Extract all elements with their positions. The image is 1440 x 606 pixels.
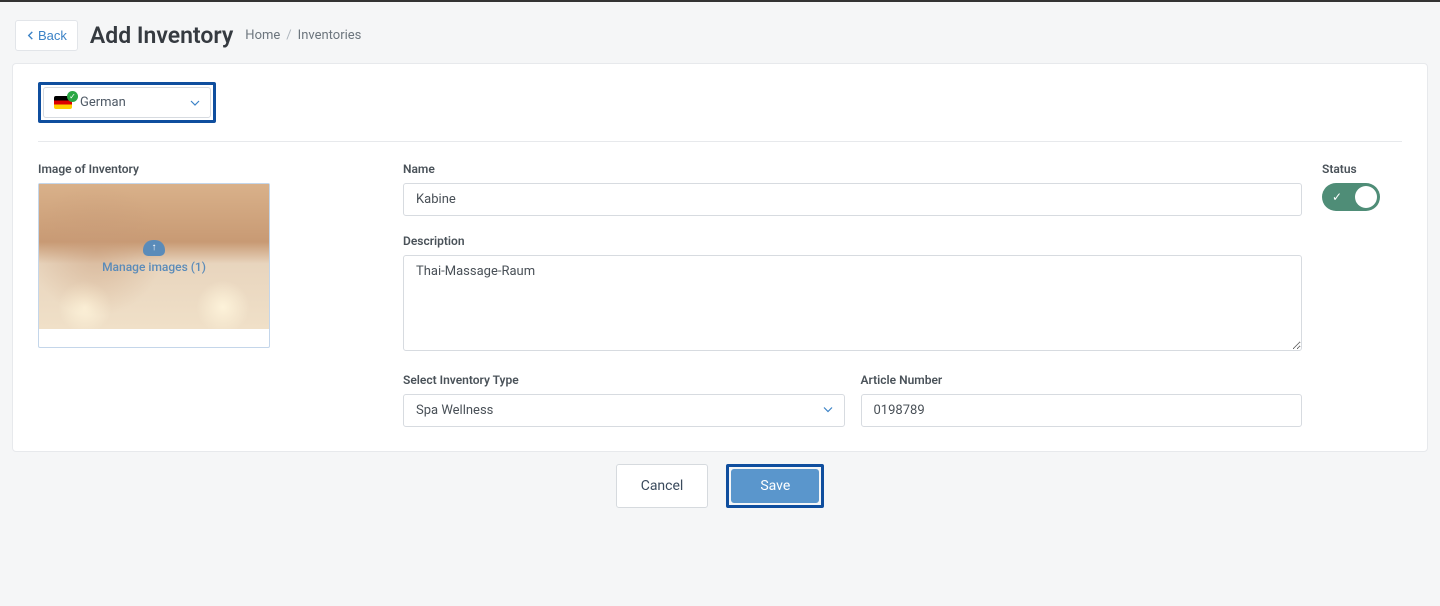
flag-germany-icon — [54, 96, 72, 109]
status-toggle[interactable]: ✓ — [1322, 183, 1380, 211]
language-highlight: German — [38, 82, 216, 123]
breadcrumb-home[interactable]: Home — [245, 28, 280, 43]
page-header: Back Add Inventory Home / Inventories — [12, 10, 1428, 63]
manage-images-link[interactable]: Manage images (1) — [102, 260, 206, 274]
status-label: Status — [1322, 162, 1402, 176]
image-label: Image of Inventory — [38, 162, 383, 176]
breadcrumb: Home / Inventories — [245, 28, 361, 43]
back-button[interactable]: Back — [15, 20, 78, 51]
action-bar: Cancel Save — [12, 452, 1428, 548]
article-input[interactable] — [861, 394, 1303, 427]
chevron-down-icon — [190, 98, 200, 108]
type-select[interactable] — [403, 394, 845, 427]
breadcrumb-current: Inventories — [298, 28, 362, 43]
page-title: Add Inventory — [90, 22, 233, 49]
back-label: Back — [38, 28, 67, 43]
check-icon: ✓ — [1332, 190, 1342, 204]
type-label: Select Inventory Type — [403, 373, 845, 387]
status-column: Status ✓ — [1322, 162, 1402, 211]
toggle-knob — [1355, 186, 1377, 208]
chevron-left-icon — [26, 31, 35, 40]
language-select[interactable]: German — [43, 87, 211, 118]
save-button[interactable]: Save — [731, 469, 819, 503]
description-input[interactable]: Thai-Massage-Raum — [403, 255, 1302, 351]
image-column: Image of Inventory Manage images (1) — [38, 162, 383, 348]
description-label: Description — [403, 234, 1302, 248]
language-row: German — [38, 82, 1402, 142]
cloud-upload-icon — [143, 240, 165, 256]
save-highlight: Save — [726, 464, 824, 508]
image-preview: Manage images (1) — [39, 184, 269, 329]
language-label: German — [80, 95, 182, 110]
breadcrumb-separator: / — [286, 28, 291, 43]
image-upload-box[interactable]: Manage images (1) — [38, 183, 270, 348]
form-panel: German Image of Inventory Manage images … — [12, 63, 1428, 452]
fields-column: Name Description Thai-Massage-Raum Selec… — [403, 162, 1302, 427]
name-input[interactable] — [403, 183, 1302, 216]
name-label: Name — [403, 162, 1302, 176]
article-label: Article Number — [861, 373, 1303, 387]
cancel-button[interactable]: Cancel — [616, 464, 709, 508]
